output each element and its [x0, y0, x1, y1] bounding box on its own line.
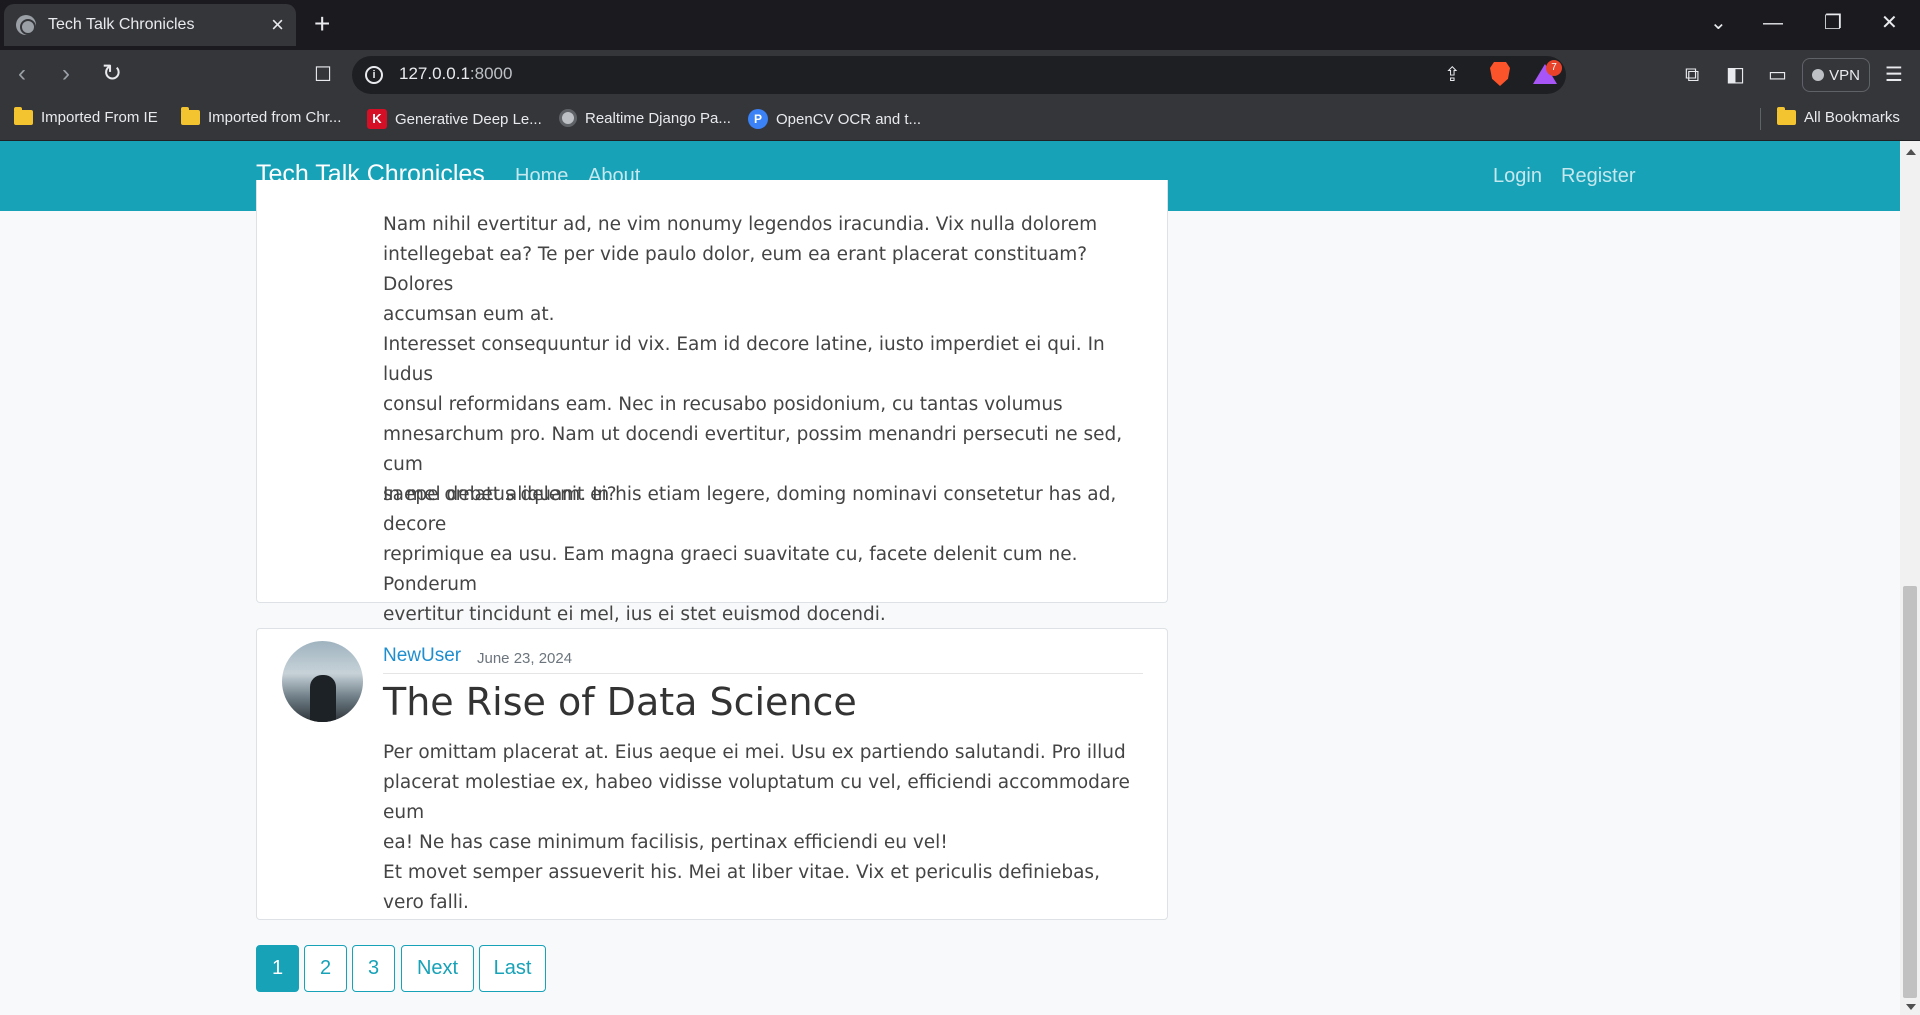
- bookmark-generative-deep-learning[interactable]: K Generative Deep Le...: [367, 109, 542, 129]
- post-date: June 23, 2024: [477, 650, 573, 667]
- text-line: intellegebat ea? Te per vide paulo dolor…: [383, 244, 1088, 295]
- text-line: Et movet semper assueverit his. Mei at l…: [383, 862, 1100, 913]
- text-line: ea! Ne has case minimum facilisis, perti…: [383, 832, 948, 853]
- vpn-status-icon: [1812, 69, 1825, 81]
- tab-strip: Tech Talk Chronicles × + ⌄ — ❐ ✕: [0, 0, 1920, 50]
- text-line: consul reformidans eam. Nec in recusabo …: [383, 394, 1063, 415]
- next-page-button[interactable]: Next: [401, 945, 474, 992]
- bookmark-label: OpenCV OCR and t...: [776, 110, 922, 128]
- page-1-button[interactable]: 1: [256, 945, 299, 992]
- url-host: 127.0.0.1: [399, 64, 470, 83]
- post-paragraph: Nam nihil evertitur ad, ne vim nonumy le…: [383, 210, 1143, 330]
- scroll-up-arrow-icon[interactable]: [1906, 149, 1916, 155]
- text-line: Per omittam placerat at. Eius aeque ei m…: [383, 742, 1126, 763]
- tab-title: Tech Talk Chronicles: [48, 16, 195, 33]
- site-info-icon[interactable]: i: [365, 66, 383, 84]
- last-page-button[interactable]: Last: [479, 945, 546, 992]
- bookmark-imported-chrome[interactable]: Imported from Chr...: [181, 107, 342, 126]
- k-logo-icon: K: [367, 109, 387, 129]
- restore-icon[interactable]: ❐: [1824, 12, 1842, 34]
- address-bar[interactable]: [352, 56, 1566, 94]
- text-line: placerat molestiae ex, habeo vidisse vol…: [383, 772, 1130, 823]
- scroll-thumb[interactable]: [1903, 586, 1917, 998]
- globe-icon: [559, 109, 577, 127]
- forward-icon[interactable]: ›: [62, 61, 70, 87]
- rewards-badge: 7: [1546, 60, 1562, 76]
- bookmark-icon[interactable]: ☐: [314, 64, 332, 86]
- post-paragraph: Et movet semper assueverit his. Mei at l…: [383, 858, 1143, 918]
- nav-login[interactable]: Login: [1493, 165, 1542, 188]
- folder-icon: [1777, 107, 1796, 125]
- reload-icon[interactable]: ↻: [102, 61, 122, 87]
- bookmark-label: Realtime Django Pa...: [585, 109, 731, 127]
- bookmark-imported-ie[interactable]: Imported From IE: [14, 107, 158, 126]
- folder-icon: [14, 107, 33, 125]
- text-line: evertitur tincidunt ei mel, ius ei stet …: [383, 604, 886, 625]
- text-line: mnesarchum pro. Nam ut docendi evertitur…: [383, 424, 1123, 475]
- vpn-button[interactable]: VPN: [1802, 58, 1870, 92]
- bookmark-label: Generative Deep Le...: [395, 110, 542, 128]
- author-avatar: [282, 641, 363, 722]
- post-paragraph: In mel debet aliquam. In his etiam leger…: [383, 480, 1143, 630]
- close-tab-icon[interactable]: ×: [271, 14, 284, 36]
- minimize-icon[interactable]: —: [1763, 12, 1783, 34]
- post-title[interactable]: The Rise of Data Science: [383, 680, 857, 724]
- close-window-icon[interactable]: ✕: [1881, 12, 1898, 34]
- all-bookmarks-label: All Bookmarks: [1804, 109, 1900, 126]
- post-author-link[interactable]: NewUser: [383, 645, 461, 667]
- folder-icon: [181, 107, 200, 125]
- avatar-person-silhouette: [310, 675, 336, 722]
- url-port: :8000: [469, 64, 513, 83]
- sidebar-icon[interactable]: ◧: [1726, 64, 1745, 86]
- page-3-button[interactable]: 3: [352, 945, 395, 992]
- menu-icon[interactable]: ☰: [1885, 64, 1903, 86]
- bookmarks-divider: [1760, 108, 1761, 130]
- vpn-label: VPN: [1829, 66, 1860, 84]
- browser-tab[interactable]: Tech Talk Chronicles ×: [4, 4, 296, 46]
- page-2-button[interactable]: 2: [304, 945, 347, 992]
- share-icon[interactable]: ⇪: [1444, 64, 1461, 86]
- text-line: Nam nihil evertitur ad, ne vim nonumy le…: [383, 214, 1098, 235]
- all-bookmarks[interactable]: All Bookmarks: [1777, 107, 1900, 126]
- tab-search-chevron-icon[interactable]: ⌄: [1710, 12, 1727, 34]
- new-tab-icon[interactable]: +: [314, 10, 330, 38]
- text-line: accumsan eum at.: [383, 304, 555, 325]
- bookmark-opencv-ocr[interactable]: P OpenCV OCR and t...: [748, 109, 921, 129]
- bookmark-realtime-django[interactable]: Realtime Django Pa...: [559, 109, 731, 127]
- scroll-down-arrow-icon[interactable]: [1906, 1004, 1916, 1010]
- post-paragraph: Per omittam placerat at. Eius aeque ei m…: [383, 738, 1143, 858]
- globe-icon: [16, 15, 36, 35]
- nav-register[interactable]: Register: [1561, 165, 1635, 188]
- text-line: Interesset consequuntur id vix. Eam id d…: [383, 334, 1105, 385]
- p-logo-icon: P: [748, 109, 768, 129]
- url-text[interactable]: 127.0.0.1:8000: [399, 64, 512, 84]
- wallet-icon[interactable]: ▭: [1768, 64, 1787, 86]
- back-icon[interactable]: ‹: [18, 61, 26, 87]
- text-line: In mel debet aliquam. In his etiam leger…: [383, 484, 1117, 535]
- meta-divider: [383, 673, 1143, 674]
- bookmark-label: Imported from Chr...: [208, 109, 342, 126]
- extensions-icon[interactable]: ⧉: [1685, 64, 1699, 86]
- text-line: reprimique ea usu. Eam magna graeci suav…: [383, 544, 1078, 595]
- bookmark-label: Imported From IE: [41, 109, 158, 126]
